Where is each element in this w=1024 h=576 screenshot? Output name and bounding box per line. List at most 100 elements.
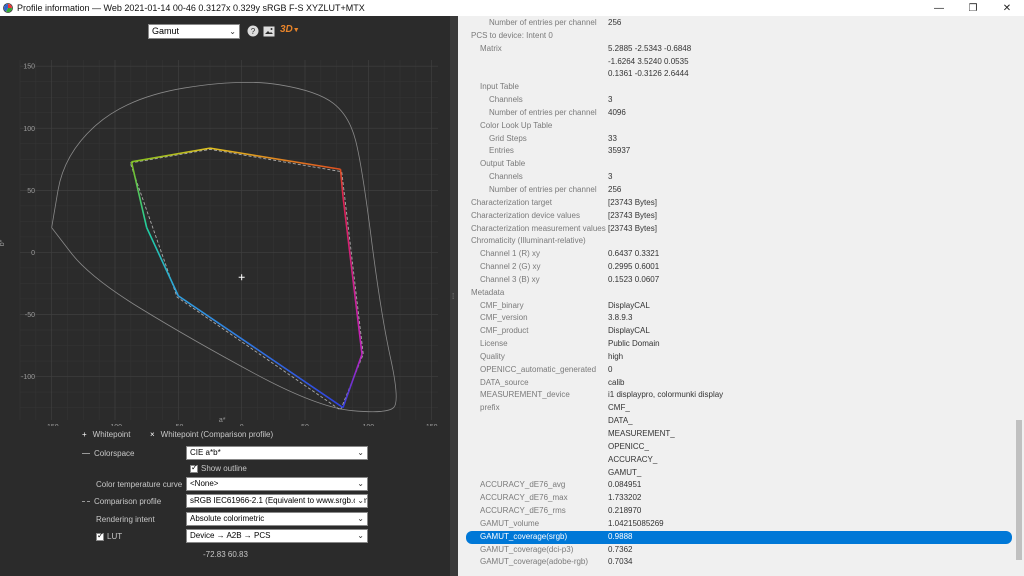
lut-checkbox[interactable]: LUT <box>96 531 123 541</box>
splitter[interactable]: ⁞ <box>450 16 458 576</box>
tree-row[interactable]: CMF_version 3.8.9.3 <box>458 312 1014 325</box>
vertical-scrollbar[interactable] <box>1014 16 1024 576</box>
tree-row-key: GAMUT_volume <box>480 518 540 528</box>
tree-row[interactable]: CMF_binary DisplayCAL <box>458 300 1014 313</box>
y-tick-label: -50 <box>25 312 35 319</box>
tree-row[interactable]: GAMUT_coverage(adobe-rgb) 0.7034 <box>458 556 1014 569</box>
tree-row-key: Channel 1 (R) xy <box>480 249 541 259</box>
tree-row-value: 0.7034 <box>608 557 633 567</box>
tree-row-value: calib <box>608 377 625 387</box>
tree-row[interactable]: Number of entries per channel 4096 <box>458 107 1014 120</box>
maximize-button[interactable]: ❐ <box>956 0 990 16</box>
tree-row[interactable]: GAMUT_ <box>458 467 1014 480</box>
tree-row-value: [23743 Bytes] <box>608 223 657 233</box>
tree-row[interactable]: Number of entries per channel 256 <box>458 184 1014 197</box>
minimize-button[interactable]: — <box>922 0 956 16</box>
tree-row-value: 3 <box>608 95 613 105</box>
legend-whitepoint-label: Whitepoint <box>92 430 131 439</box>
tree-row[interactable]: Output Table <box>458 158 1014 171</box>
y-tick-label: 100 <box>23 126 35 133</box>
tree-row[interactable]: Chromaticity (Illuminant-relative) <box>458 235 1014 248</box>
scrollbar-thumb[interactable] <box>1016 420 1022 560</box>
tree-row[interactable]: 0.1361 -0.3126 2.6444 <box>458 68 1014 81</box>
tree-row[interactable]: prefix CMF_ <box>458 402 1014 415</box>
gamut-plot[interactable]: -150-100-50050100150150100500-50-100 a* … <box>0 16 450 426</box>
tree-row[interactable]: MEASUREMENT_ <box>458 428 1014 441</box>
y-tick-label: -100 <box>21 374 35 381</box>
tree-row[interactable]: ACCURACY_ <box>458 454 1014 467</box>
tree-row[interactable]: MEASUREMENT_device i1 displaypro, colormu… <box>458 389 1014 402</box>
tree-row[interactable]: GAMUT_coverage(dci-p3) 0.7362 <box>458 544 1014 557</box>
x-tick-label: 0 <box>240 424 244 426</box>
outline-curve <box>51 81 397 413</box>
tree-row[interactable]: DATA_ <box>458 415 1014 428</box>
colorspace-select[interactable]: CIE a*b* ⌄ <box>186 446 368 460</box>
tree-row-key: Number of entries per channel <box>489 107 597 117</box>
close-button[interactable]: ✕ <box>990 0 1024 16</box>
tree-row[interactable]: GAMUT_volume 1.04215085269 <box>458 518 1014 531</box>
tree-row[interactable]: Characterization measurement values [2374… <box>458 223 1014 236</box>
tree-row-key: ACCURACY_dE76_rms <box>480 506 566 516</box>
colorspace-label: Colorspace <box>82 449 134 458</box>
tree-row[interactable]: Number of entries per channel 256 <box>458 17 1014 30</box>
intent-select[interactable]: Absolute colorimetric ⌄ <box>186 512 368 526</box>
x-tick-label: 100 <box>362 424 374 426</box>
tree-row[interactable]: PCS to device: Intent 0 <box>458 30 1014 43</box>
y-tick-label: 0 <box>31 250 35 257</box>
tree-row-key: prefix <box>480 403 500 413</box>
tree-row[interactable]: Input Table <box>458 81 1014 94</box>
tree-row-key: Characterization device values <box>471 210 580 220</box>
tree-row[interactable]: Characterization device values [23743 Byt… <box>458 210 1014 223</box>
lut-select[interactable]: Device → A2B → PCS ⌄ <box>186 529 368 543</box>
tree-row-key: Channels <box>489 95 523 105</box>
tree-row[interactable]: Channels 3 <box>458 171 1014 184</box>
tree-row[interactable]: Metadata <box>458 287 1014 300</box>
comparison-label: Comparison profile <box>82 497 161 506</box>
lut-label: LUT <box>107 532 123 541</box>
tree-row[interactable]: ACCURACY_dE76_avg 0.084951 <box>458 479 1014 492</box>
tree-row[interactable]: DATA_source calib <box>458 377 1014 390</box>
color-temp-select[interactable]: <None> ⌄ <box>186 477 368 491</box>
tree-row[interactable]: ACCURACY_dE76_rms 0.218970 <box>458 505 1014 518</box>
tree-row[interactable]: Channels 3 <box>458 94 1014 107</box>
tree-row[interactable]: Color Look Up Table <box>458 120 1014 133</box>
tree-row[interactable]: GAMUT_coverage(srgb) 0.9888 <box>466 530 1012 544</box>
tree-row[interactable]: Channel 3 (B) xy 0.1523 0.0607 <box>458 274 1014 287</box>
tree-row-key: Channel 2 (G) xy <box>480 262 541 272</box>
tree-row-value: 0.1523 0.0607 <box>608 274 660 284</box>
tree-row-value: DATA_ <box>608 416 633 426</box>
tree-row[interactable]: Channel 2 (G) xy 0.2995 0.6001 <box>458 261 1014 274</box>
tree-row[interactable]: OPENICC_ <box>458 441 1014 454</box>
chevron-down-icon: ⌄ <box>355 447 364 459</box>
gamut-segment <box>131 147 211 163</box>
tree-row[interactable]: Channel 1 (R) xy 0.6437 0.3321 <box>458 248 1014 261</box>
gamut-segment <box>177 295 344 409</box>
tree-row-key: Input Table <box>480 82 519 92</box>
comparison-select[interactable]: sRGB IEC61966-2.1 (Equivalent to www.srg… <box>186 494 368 508</box>
tree-row-value: -1.6264 3.5240 0.0535 <box>608 56 689 66</box>
tree-row[interactable]: Grid Steps 33 <box>458 133 1014 146</box>
tree-row-value: 0.7362 <box>608 544 633 554</box>
info-tree-list: Number of entries per channel 256 PCS to d… <box>458 17 1014 569</box>
tree-row-key: Channels <box>489 172 523 182</box>
tree-row[interactable]: CMF_product DisplayCAL <box>458 325 1014 338</box>
title-bar: Profile information — Web 2021-01-14 00-… <box>0 0 1024 16</box>
tree-row[interactable]: Characterization target [23743 Bytes] <box>458 197 1014 210</box>
tree-row[interactable]: Entries 35937 <box>458 145 1014 158</box>
tree-row[interactable]: License Public Domain <box>458 338 1014 351</box>
color-temp-value: <None> <box>190 479 219 488</box>
tree-row[interactable]: Matrix 5.2885 -2.5343 -0.6848 <box>458 43 1014 56</box>
solid-line-icon <box>82 453 90 455</box>
comparison-value: sRGB IEC61966-2.1 (Equivalent to www.srg… <box>190 496 368 505</box>
tree-row[interactable]: OPENICC_automatic_generated 0 <box>458 364 1014 377</box>
tree-row[interactable]: Quality high <box>458 351 1014 364</box>
color-temp-label: Color temperature curve <box>96 480 183 489</box>
cursor-coordinates: -72.83 60.83 <box>203 550 248 559</box>
x-tick-label: 50 <box>301 424 309 426</box>
colorspace-label-text: Colorspace <box>94 449 135 458</box>
show-outline-checkbox[interactable]: Show outline <box>190 463 247 473</box>
tree-row[interactable]: -1.6264 3.5240 0.0535 <box>458 56 1014 69</box>
tree-row-key: GAMUT_coverage(dci-p3) <box>480 544 574 554</box>
tree-row[interactable]: ACCURACY_dE76_max 1.733202 <box>458 492 1014 505</box>
tree-row-value: DisplayCAL <box>608 326 650 336</box>
